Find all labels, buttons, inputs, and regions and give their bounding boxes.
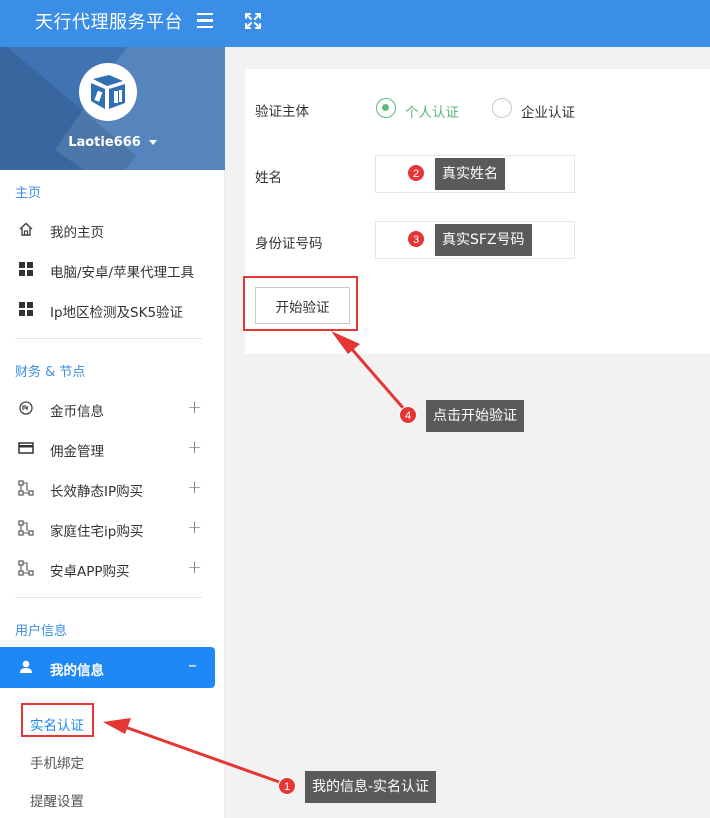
- nodes-icon: [18, 480, 34, 496]
- fullscreen-icon[interactable]: [244, 12, 262, 30]
- collapse-icon[interactable]: –: [188, 655, 197, 676]
- name-label: 姓名: [255, 170, 282, 186]
- expand-icon[interactable]: +: [187, 519, 202, 537]
- user-icon: [20, 660, 32, 673]
- id-number-label: 身份证号码: [255, 236, 323, 252]
- coin-icon: [19, 401, 33, 415]
- home-icon: [19, 222, 33, 236]
- sidebar-item-label: 家庭住宅ip购买: [50, 524, 144, 540]
- expand-icon[interactable]: +: [187, 439, 202, 457]
- caret-down-icon: [148, 140, 157, 145]
- sidebar-item-label: 佣金管理: [50, 444, 104, 460]
- highlight-box-real-name: [21, 703, 94, 737]
- expand-icon[interactable]: +: [187, 399, 202, 417]
- sidebar-item-ip-check[interactable]: Ip地区检测及SK5验证: [0, 289, 225, 329]
- sidebar-item-label: 金币信息: [50, 404, 104, 420]
- profile-panel: Laotie666: [0, 47, 225, 170]
- avatar[interactable]: [79, 63, 137, 121]
- expand-icon[interactable]: +: [187, 559, 202, 577]
- sidebar-item-coins[interactable]: 金币信息 +: [0, 388, 225, 428]
- annotation-badge-1: 1: [278, 777, 296, 795]
- top-bar: 天行代理服务平台: [0, 0, 710, 47]
- section-title-user: 用户信息: [15, 624, 68, 639]
- annotation-badge-2: 2: [407, 164, 425, 182]
- sidebar-item-label: Ip地区检测及SK5验证: [50, 305, 184, 321]
- annotation-tip-4: 点击开始验证: [426, 400, 524, 432]
- nodes-icon: [18, 520, 34, 536]
- annotation-badge-4: 4: [399, 406, 417, 424]
- grid-icon: [19, 302, 33, 316]
- section-title-home: 主页: [15, 186, 42, 201]
- section-title-finance: 财务 & 节点: [15, 365, 86, 380]
- expand-icon[interactable]: +: [187, 479, 202, 497]
- annotation-tip-2: 真实姓名: [435, 158, 505, 190]
- card-icon: [18, 442, 34, 454]
- sidebar-divider: [15, 597, 202, 598]
- annotation-tip-1: 我的信息-实名认证: [305, 771, 437, 803]
- menu-icon[interactable]: [197, 13, 215, 31]
- sidebar-item-label: 安卓APP购买: [50, 564, 130, 580]
- sidebar-item-android-app[interactable]: 安卓APP购买 +: [0, 548, 225, 588]
- highlight-box-start-button: [243, 276, 358, 331]
- sidebar-item-residential-ip[interactable]: 家庭住宅ip购买 +: [0, 508, 225, 548]
- annotation-tip-3: 真实SFZ号码: [435, 224, 532, 256]
- radio-enterprise[interactable]: [492, 98, 512, 118]
- sub-item-reminder-settings[interactable]: 提醒设置: [30, 790, 84, 810]
- avatar-logo-icon: [82, 66, 134, 118]
- username-label: Laotie666: [68, 135, 141, 150]
- radio-personal-label[interactable]: 个人认证: [405, 101, 459, 121]
- nodes-icon: [18, 560, 34, 576]
- sidebar-item-label: 长效静态IP购买: [50, 484, 144, 500]
- sidebar-item-commission[interactable]: 佣金管理 +: [0, 428, 225, 468]
- sidebar-item-label: 电脑/安卓/苹果代理工具: [50, 265, 195, 281]
- radio-personal[interactable]: [376, 98, 396, 118]
- grid-icon: [19, 262, 33, 276]
- sidebar-item-my-home[interactable]: 我的主页: [0, 209, 225, 249]
- annotation-badge-3: 3: [407, 230, 425, 248]
- app-title: 天行代理服务平台: [35, 12, 183, 33]
- sidebar-divider: [15, 338, 202, 339]
- sidebar-item-static-ip[interactable]: 长效静态IP购买 +: [0, 468, 225, 508]
- username-dropdown[interactable]: Laotie666: [0, 135, 225, 150]
- sidebar-item-label: 我的主页: [50, 225, 104, 241]
- sidebar-item-my-info[interactable]: 我的信息 –: [0, 647, 215, 688]
- sidebar-item-proxy-tools[interactable]: 电脑/安卓/苹果代理工具: [0, 249, 225, 289]
- radio-enterprise-label[interactable]: 企业认证: [521, 101, 575, 121]
- sub-item-phone-binding[interactable]: 手机绑定: [30, 752, 84, 772]
- sidebar-item-label: 我的信息: [50, 663, 104, 679]
- subject-label: 验证主体: [255, 104, 309, 120]
